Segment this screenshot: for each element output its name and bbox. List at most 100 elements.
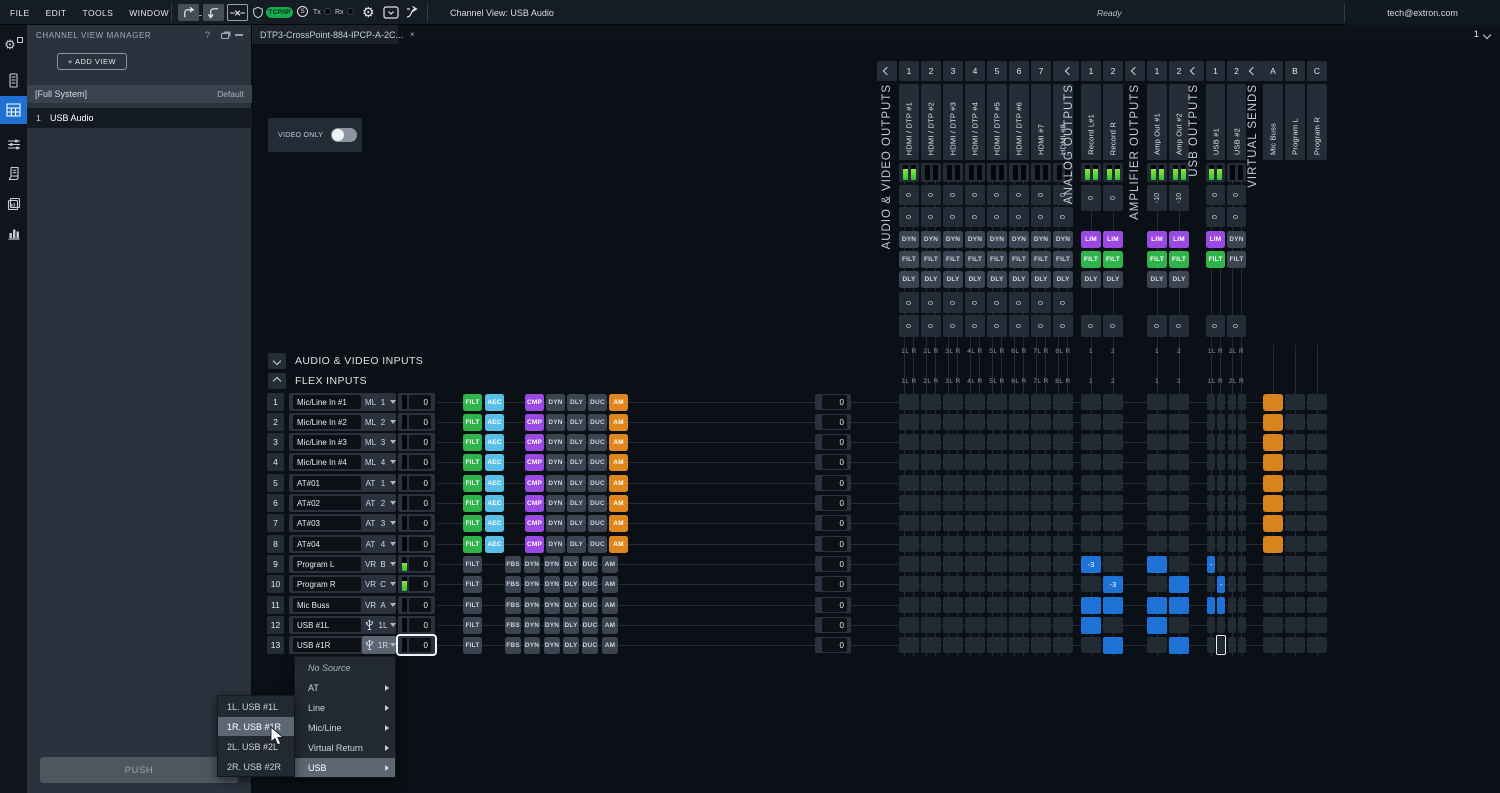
crosspoint-cell[interactable] — [965, 515, 985, 531]
crosspoint-cell[interactable] — [1053, 454, 1073, 470]
crosspoint-cell[interactable] — [1263, 576, 1283, 592]
processor-block-filt[interactable]: FILT — [463, 515, 482, 532]
crosspoint-cell[interactable] — [1081, 576, 1101, 592]
input-name-field[interactable]: Mic/Line In #1 — [293, 395, 361, 409]
crosspoint-cell[interactable] — [1285, 617, 1305, 633]
output-column-label[interactable]: HDMI / DTP #2 — [921, 84, 941, 160]
crosspoint-cell[interactable] — [1238, 556, 1246, 572]
menu-item-line[interactable]: Line — [295, 698, 395, 717]
input-name-field[interactable]: Mic/Line In #4 — [293, 455, 361, 469]
processor-block-dly[interactable]: DLY — [567, 515, 586, 532]
crosspoint-cell[interactable] — [1228, 414, 1236, 430]
input-gain-field[interactable]: 0 — [398, 393, 435, 411]
output-gain-knob[interactable]: 0 — [1009, 315, 1029, 337]
crosspoint-cell[interactable] — [943, 475, 963, 491]
input-gain-field[interactable]: 0 — [398, 433, 435, 451]
processor-block-filt[interactable]: FILT — [1147, 251, 1167, 268]
crosspoint-cell[interactable] — [1031, 576, 1051, 592]
processor-block-fbs[interactable]: FBS — [505, 637, 521, 654]
crosspoint-cell[interactable] — [1103, 394, 1123, 410]
processor-block-dly[interactable]: DLY — [899, 271, 919, 288]
sliders-icon[interactable] — [0, 132, 27, 156]
crosspoint-cell[interactable] — [1147, 454, 1167, 470]
input-name-field[interactable]: USB #1L — [293, 618, 361, 632]
processor-block-aec[interactable]: AEC — [485, 515, 504, 532]
crosspoint-cell[interactable] — [1285, 536, 1305, 552]
crosspoint-cell[interactable] — [987, 434, 1007, 450]
crosspoint-cell[interactable] — [1031, 637, 1051, 653]
output-column-label[interactable]: HDMI #8 — [1053, 84, 1073, 160]
crosspoint-cell[interactable] — [1103, 475, 1123, 491]
output-gain-knob[interactable]: 0 — [921, 292, 941, 313]
crosspoint-cell[interactable] — [921, 515, 941, 531]
input-channel-selector[interactable]: B — [376, 555, 390, 573]
crosspoint-cell[interactable] — [1228, 536, 1236, 552]
crosspoint-cell[interactable] — [1307, 597, 1327, 613]
crosspoint-cell[interactable] — [1228, 475, 1236, 491]
input-line-gain-field[interactable]: 0 — [815, 515, 851, 531]
output-gain-knob[interactable]: 0 — [987, 207, 1007, 227]
processor-block-dly[interactable]: DLY — [567, 414, 586, 431]
crosspoint-active[interactable] — [1263, 394, 1283, 411]
crosspoint-cell[interactable] — [1103, 434, 1123, 450]
input-gain-field[interactable]: 0 — [398, 413, 435, 431]
crosspoint-cell[interactable] — [943, 597, 963, 613]
processor-block-cmp[interactable]: CMP — [525, 475, 544, 492]
minimize-icon[interactable] — [235, 34, 243, 36]
input-line-gain-field[interactable]: 0 — [815, 556, 851, 572]
input-channel-selector[interactable]: 1 — [376, 474, 390, 492]
output-gain-knob[interactable]: 0 — [987, 292, 1007, 313]
processor-block-fbs[interactable]: FBS — [505, 556, 521, 573]
crosspoint-cell[interactable] — [1169, 495, 1189, 511]
crosspoint-cell[interactable] — [987, 495, 1007, 511]
crosspoint-active[interactable] — [1263, 536, 1283, 553]
processor-block-am[interactable]: AM — [602, 637, 618, 654]
processor-block-dyn[interactable]: DYN — [546, 475, 565, 492]
processor-block-duc[interactable]: DUC — [588, 394, 607, 411]
crosspoint-cell[interactable] — [1238, 597, 1246, 613]
crosspoint-cell[interactable] — [1217, 556, 1225, 572]
crosspoint-focused[interactable] — [1216, 635, 1226, 655]
processor-block-lim[interactable]: LIM — [1206, 231, 1225, 248]
crosspoint-cell[interactable] — [1238, 617, 1246, 633]
input-row-body[interactable]: USB #1L1L — [289, 616, 396, 634]
output-gain-knob[interactable]: 0 — [1169, 315, 1189, 337]
output-gain-knob[interactable]: 0 — [1206, 185, 1225, 205]
output-column-label[interactable]: HDMI / DTP #5 — [987, 84, 1007, 160]
crosspoint-cell[interactable] — [1053, 637, 1073, 653]
output-column-label[interactable]: Program R — [1307, 84, 1327, 160]
crosspoint-cell[interactable] — [1031, 515, 1051, 531]
crosspoint-cell[interactable] — [1103, 617, 1123, 633]
output-column-label[interactable]: HDMI #7 — [1031, 84, 1051, 160]
processor-block-am[interactable]: AM — [609, 394, 628, 411]
processor-block-dly[interactable]: DLY — [987, 271, 1007, 288]
processor-block-aec[interactable]: AEC — [485, 454, 504, 471]
crosspoint-cell[interactable] — [1285, 637, 1305, 653]
crosspoint-cell[interactable] — [987, 637, 1007, 653]
output-column-label[interactable]: HDMI / DTP #3 — [943, 84, 963, 160]
crosspoint-cell[interactable] — [921, 454, 941, 470]
crosspoint-cell[interactable] — [1307, 576, 1327, 592]
output-column-number[interactable]: 2 — [921, 61, 941, 81]
output-gain-knob[interactable]: 0 — [1009, 185, 1029, 205]
crosspoint-cell[interactable] — [1031, 414, 1051, 430]
output-gain-knob[interactable]: 0 — [899, 315, 919, 337]
processor-block-fbs[interactable]: FBS — [505, 617, 521, 634]
crosspoint-active[interactable] — [1081, 597, 1101, 614]
crosspoint-cell[interactable] — [1307, 414, 1327, 430]
crosspoint-cell[interactable] — [1228, 637, 1236, 653]
crosspoint-cell[interactable] — [1147, 515, 1167, 531]
input-number[interactable]: 5 — [267, 474, 284, 492]
output-column-label[interactable]: Program L — [1285, 84, 1305, 160]
output-column-number[interactable]: B — [1285, 61, 1305, 81]
collapse-virtual-outputs-button[interactable] — [1243, 61, 1263, 81]
crosspoint-cell[interactable] — [899, 637, 919, 653]
crosspoint-cell[interactable] — [921, 617, 941, 633]
processor-block-dyn[interactable]: DYN — [544, 637, 560, 654]
output-column-label[interactable]: USB #1 — [1206, 84, 1225, 160]
crosspoint-cell[interactable] — [1031, 617, 1051, 633]
processor-block-dyn[interactable]: DYN — [1031, 231, 1051, 248]
output-gain-knob[interactable]: 0 — [943, 185, 963, 205]
output-gain-knob[interactable]: 0 — [1227, 185, 1246, 205]
crosspoint-cell[interactable] — [1263, 597, 1283, 613]
